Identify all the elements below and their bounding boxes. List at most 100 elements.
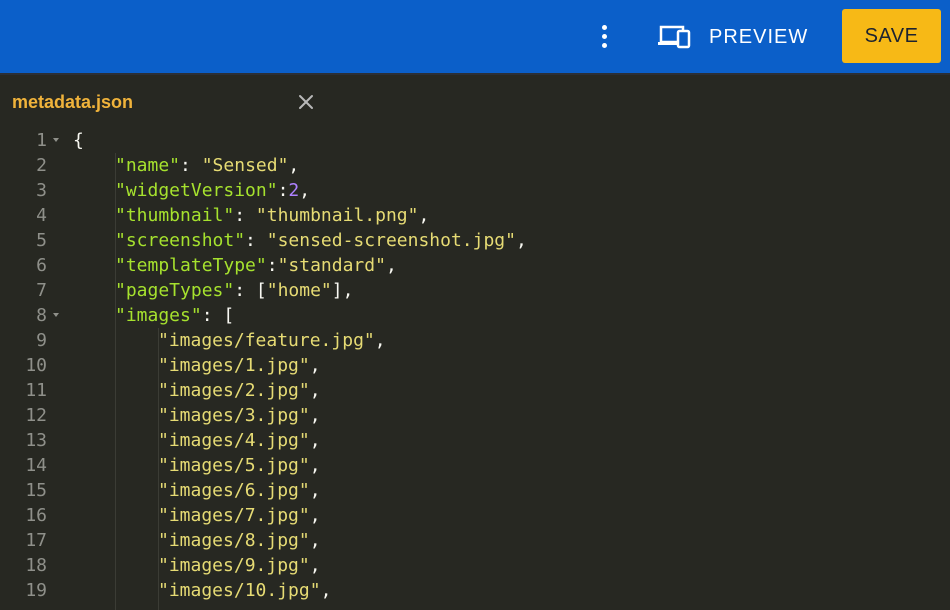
line-number: 9 (36, 330, 47, 351)
code-text: "images/10.jpg", (158, 578, 331, 603)
line-number: 16 (25, 505, 47, 526)
code-token: "sensed-screenshot.jpg" (266, 230, 516, 251)
file-tab-title[interactable]: metadata.json (12, 92, 133, 113)
line-number: 18 (25, 555, 47, 576)
code-line: 6 "templateType":"standard", (0, 253, 950, 278)
code-text: "images/1.jpg", (158, 353, 321, 378)
code-token: "images/6.jpg" (158, 480, 310, 501)
code-token: "images/2.jpg" (158, 380, 310, 401)
code-line: 7 "pageTypes": ["home"], (0, 278, 950, 303)
code-token: , (309, 555, 321, 576)
line-number: 19 (25, 580, 47, 601)
code-token: "images/8.jpg" (158, 530, 310, 551)
line-number: 8 (36, 305, 47, 326)
code-token: "home" (266, 280, 332, 301)
code-token: "Sensed" (201, 155, 289, 176)
line-number: 5 (36, 230, 47, 251)
code-line: 1{ (0, 128, 950, 153)
code-token: "images/9.jpg" (158, 555, 310, 576)
code-token: : [ (234, 280, 267, 301)
code-line: 13 "images/4.jpg", (0, 428, 950, 453)
code-token: , (309, 430, 321, 451)
code-text: "images/7.jpg", (158, 503, 321, 528)
code-line: 18 "images/9.jpg", (0, 553, 950, 578)
code-token: , (309, 480, 321, 501)
code-token: , (309, 530, 321, 551)
code-token: : [ (201, 305, 235, 326)
code-line: 16 "images/7.jpg", (0, 503, 950, 528)
code-line: 5 "screenshot": "sensed-screenshot.jpg", (0, 228, 950, 253)
line-number: 1 (36, 130, 47, 151)
more-vertical-icon[interactable] (594, 22, 616, 52)
close-icon[interactable] (296, 92, 316, 112)
code-text: "thumbnail": "thumbnail.png", (115, 203, 429, 228)
code-line: 2 "name": "Sensed", (0, 153, 950, 178)
line-number: 4 (36, 205, 47, 226)
code-text: "images/4.jpg", (158, 428, 321, 453)
code-token: "name" (115, 155, 181, 176)
file-tab-bar: metadata.json (0, 77, 950, 127)
line-number: 13 (25, 430, 47, 451)
code-line: 19 "images/10.jpg", (0, 578, 950, 603)
top-toolbar: PREVIEW SAVE (0, 0, 950, 75)
code-token: : (234, 205, 256, 226)
code-token: , (418, 205, 430, 226)
preview-button[interactable]: PREVIEW (655, 18, 815, 56)
code-token: : (180, 155, 202, 176)
save-button[interactable]: SAVE (842, 9, 941, 63)
code-text: "images/3.jpg", (158, 403, 321, 428)
code-token: , (515, 230, 527, 251)
code-line: 14 "images/5.jpg", (0, 453, 950, 478)
code-token: , (288, 155, 300, 176)
code-line: 15 "images/6.jpg", (0, 478, 950, 503)
code-text: "images/9.jpg", (158, 553, 321, 578)
code-token: : (266, 255, 278, 276)
code-text: "images/6.jpg", (158, 478, 321, 503)
code-token: , (374, 330, 386, 351)
code-token: , (309, 355, 321, 376)
code-token: , (299, 180, 311, 201)
code-text: "templateType":"standard", (115, 253, 397, 278)
line-number: 2 (36, 155, 47, 176)
code-token: "screenshot" (115, 230, 246, 251)
code-token: "widgetVersion" (115, 180, 278, 201)
code-token: { (73, 130, 84, 151)
code-line: 8 "images": [ (0, 303, 950, 328)
code-text: "images/5.jpg", (158, 453, 321, 478)
fold-arrow-icon[interactable] (53, 313, 59, 317)
code-token: "images/5.jpg" (158, 455, 310, 476)
code-text: "screenshot": "sensed-screenshot.jpg", (115, 228, 527, 253)
code-token: : (245, 230, 267, 251)
code-token: , (309, 405, 321, 426)
code-token: , (309, 505, 321, 526)
code-token: "images/4.jpg" (158, 430, 310, 451)
devices-icon (658, 25, 691, 49)
code-token: , (320, 580, 332, 601)
code-editor[interactable]: 1{2 "name": "Sensed", 3 "widgetVersion":2, 4… (0, 128, 950, 610)
code-token: ], (331, 280, 354, 301)
code-text: "images/feature.jpg", (158, 328, 386, 353)
code-token: "standard" (277, 255, 386, 276)
code-token: "pageTypes" (115, 280, 235, 301)
line-number: 11 (25, 380, 47, 401)
preview-label: PREVIEW (709, 25, 809, 48)
line-number: 17 (25, 530, 47, 551)
code-line: 4 "thumbnail": "thumbnail.png", (0, 203, 950, 228)
code-line: 12 "images/3.jpg", (0, 403, 950, 428)
code-token: : (277, 180, 289, 201)
code-text: "name": "Sensed", (115, 153, 299, 178)
code-token: "images/10.jpg" (158, 580, 321, 601)
code-line: 10 "images/1.jpg", (0, 353, 950, 378)
code-token: "thumbnail.png" (255, 205, 419, 226)
line-number: 12 (25, 405, 47, 426)
code-token: "images/3.jpg" (158, 405, 310, 426)
code-token: "images/feature.jpg" (158, 330, 375, 351)
code-token: 2 (288, 180, 300, 201)
code-line: 11 "images/2.jpg", (0, 378, 950, 403)
fold-arrow-icon[interactable] (53, 138, 59, 142)
code-line: 3 "widgetVersion":2, (0, 178, 950, 203)
code-token: "images" (115, 305, 202, 326)
code-token: , (385, 255, 397, 276)
code-token: "templateType" (115, 255, 267, 276)
code-text: "pageTypes": ["home"], (115, 278, 353, 303)
